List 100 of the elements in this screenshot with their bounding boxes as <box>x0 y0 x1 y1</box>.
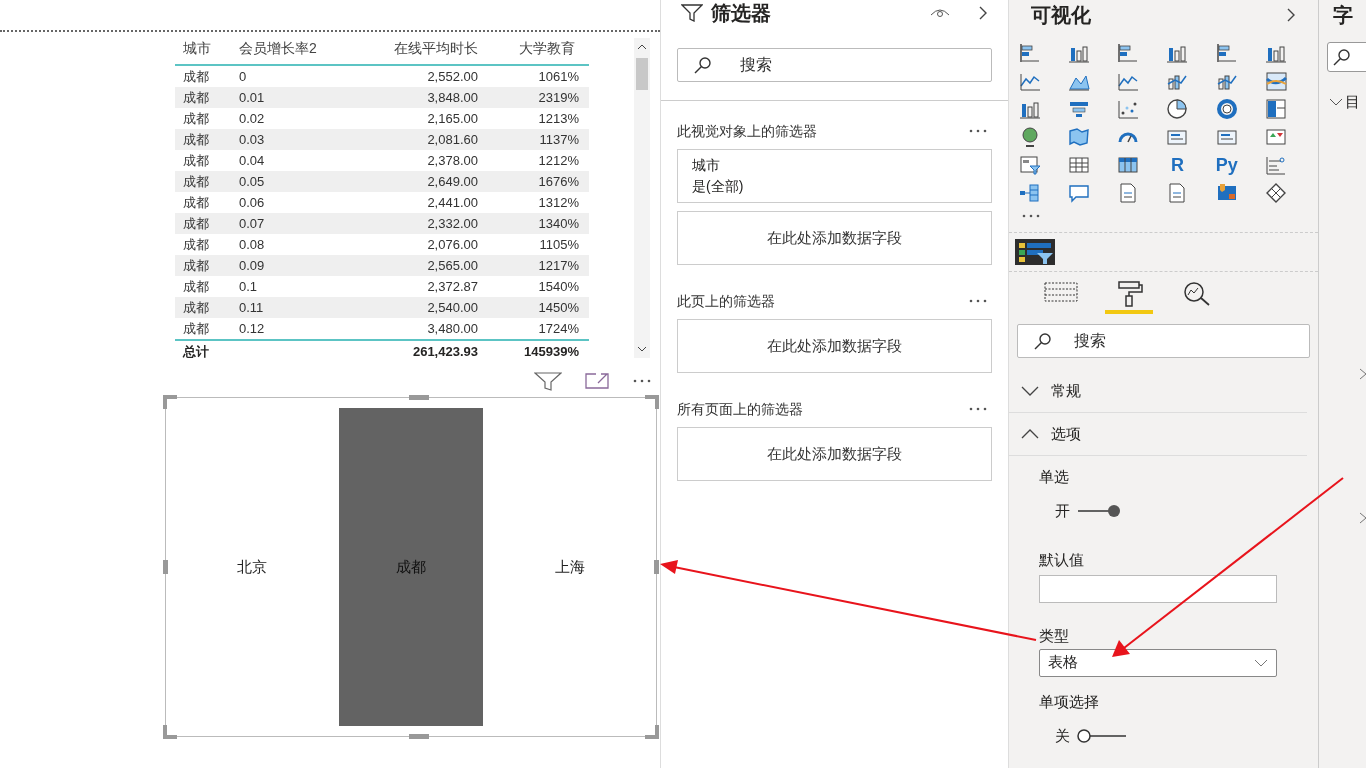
option-label: 单项选择 <box>1039 691 1100 712</box>
bar-chart-icon[interactable] <box>1019 42 1041 64</box>
resize-handle[interactable] <box>163 560 168 574</box>
table-cell-text: 成都 <box>182 256 210 275</box>
table-cell-text: 0.06 <box>238 193 266 212</box>
scatter-chart-icon[interactable] <box>1117 98 1140 120</box>
chevron-right-icon[interactable] <box>1286 7 1296 23</box>
table-cell-text: 0 <box>238 67 248 86</box>
treemap-icon[interactable] <box>1264 98 1287 120</box>
chevron-up-icon <box>1021 429 1039 439</box>
ribbon-chart-icon[interactable] <box>1264 70 1287 92</box>
more-icon[interactable] <box>968 407 988 411</box>
slicer-visual[interactable]: 北京 成都 上海 <box>165 397 657 737</box>
default-value-field[interactable] <box>1039 574 1277 603</box>
table-cell-text: 成都 <box>182 130 210 149</box>
table-cell-text: 成都 <box>182 193 210 212</box>
kpi-icon[interactable] <box>1264 126 1287 148</box>
diamond-icon[interactable] <box>1264 182 1287 204</box>
matrix-icon[interactable] <box>1117 154 1140 176</box>
resize-handle[interactable] <box>163 725 177 739</box>
add-field-dropzone[interactable]: 在此处添加数据字段 <box>677 211 992 265</box>
option-label: 类型 <box>1039 625 1070 646</box>
add-field-dropzone[interactable]: 在此处添加数据字段 <box>677 427 992 481</box>
table-cell-text: 0.12 <box>238 319 266 338</box>
table-cell-text: 2,441.00 <box>426 193 478 212</box>
toggle-state-label: 开 <box>1055 501 1070 521</box>
table-icon[interactable] <box>1068 154 1091 176</box>
script-visual-icon[interactable]: Py <box>1215 154 1238 176</box>
tree-icon[interactable] <box>1019 182 1041 204</box>
search-field[interactable]: 搜索 <box>1017 324 1310 358</box>
type-dropdown[interactable]: 表格 <box>1039 648 1277 677</box>
total-cell-text: 261,423.93 <box>411 343 478 362</box>
resize-handle[interactable] <box>409 395 429 400</box>
bar-chart-icon[interactable] <box>1215 42 1238 64</box>
resize-handle[interactable] <box>409 734 429 739</box>
table-cell-text: 2,565.00 <box>426 256 478 275</box>
more-icon[interactable] <box>968 299 988 303</box>
eye-icon[interactable] <box>930 7 950 19</box>
slicer-visual-icon[interactable] <box>1015 239 1055 265</box>
filter-card[interactable]: 城市 是(全部) <box>677 149 992 203</box>
table-cell-text: 0.02 <box>238 109 266 128</box>
toggle-switch[interactable] <box>1076 728 1128 743</box>
pane-title: 筛选器 <box>711 1 771 26</box>
more-icon[interactable] <box>1021 214 1041 218</box>
table-cell-text: 成都 <box>182 235 210 254</box>
total-label: 总计 <box>181 343 210 362</box>
search-icon <box>1033 332 1053 350</box>
map-icon[interactable] <box>1068 126 1091 148</box>
pane-title: 字 <box>1332 3 1354 28</box>
toggle-switch[interactable] <box>1076 504 1122 519</box>
chevron-icon[interactable] <box>1359 368 1366 380</box>
slicer-icon[interactable] <box>1019 154 1041 176</box>
section-header[interactable]: 选项 <box>1009 413 1307 456</box>
table-cell-text: 成都 <box>182 214 210 233</box>
filter-icon[interactable] <box>534 371 562 391</box>
scroll-up-icon <box>637 44 647 50</box>
more-icon[interactable] <box>968 129 988 133</box>
toggle-state-label: 关 <box>1055 725 1070 746</box>
table-cell-text: 1540% <box>537 277 580 296</box>
influencer-icon[interactable] <box>1264 154 1287 176</box>
speech-bubble-icon[interactable] <box>1068 182 1091 204</box>
pane-tab[interactable] <box>1105 280 1153 314</box>
column-header[interactable]: 城市 <box>175 37 233 59</box>
focus-mode-icon[interactable] <box>584 372 610 390</box>
resize-handle[interactable] <box>654 560 659 574</box>
globe-icon[interactable] <box>1019 126 1041 148</box>
section-header[interactable]: 常规 <box>1009 370 1307 413</box>
pie-chart-icon[interactable] <box>1166 98 1189 120</box>
donut-chart-icon[interactable] <box>1215 98 1238 120</box>
bar-chart-icon[interactable] <box>1117 42 1140 64</box>
table-cell-text: 0.01 <box>238 88 266 107</box>
search-icon <box>693 56 713 74</box>
chevron-down-icon[interactable] <box>1329 98 1343 106</box>
option-label: 默认值 <box>1039 549 1085 570</box>
column-header[interactable]: 在线平均时长 <box>348 37 478 59</box>
table-cell-text: 1450% <box>537 298 580 317</box>
search-field[interactable]: 搜索 <box>677 48 992 82</box>
table-cell-text: 1061% <box>537 67 580 86</box>
add-field-dropzone[interactable]: 在此处添加数据字段 <box>677 319 992 373</box>
scroll-thumb[interactable] <box>636 58 648 90</box>
resize-handle[interactable] <box>163 395 177 409</box>
scrollbar[interactable] <box>634 38 650 358</box>
table-cell-text: 2,372.87 <box>426 277 478 296</box>
option-label: 单选 <box>1039 467 1070 487</box>
column-header[interactable]: 会员增长率2 <box>233 37 348 59</box>
table-cell-text: 0.09 <box>238 256 266 275</box>
column-header[interactable]: 大学教育 <box>478 37 589 59</box>
table-cell-text: 1724% <box>537 319 580 338</box>
table-cell-text: 2,076.00 <box>426 235 478 254</box>
script-visual-icon[interactable]: R <box>1166 154 1189 176</box>
field-table-name[interactable]: 目 <box>1345 90 1360 114</box>
more-icon[interactable] <box>632 379 652 383</box>
table-cell-text: 成都 <box>182 298 210 317</box>
table-cell-text: 成都 <box>182 151 210 170</box>
table-cell-text: 2,165.00 <box>426 109 478 128</box>
chevron-right-icon[interactable] <box>978 5 988 21</box>
table-cell-text: 1312% <box>537 193 580 212</box>
table-cell-text: 1105% <box>538 235 580 254</box>
chevron-icon[interactable] <box>1359 512 1366 524</box>
table-cell-text: 2,540.00 <box>426 298 478 317</box>
